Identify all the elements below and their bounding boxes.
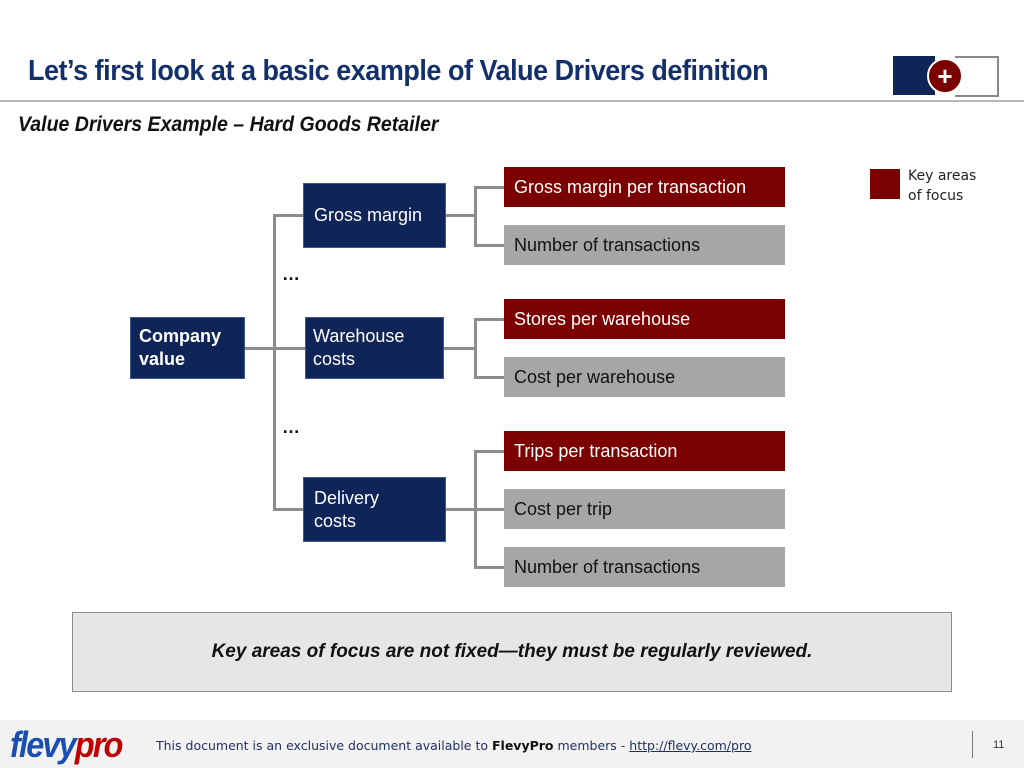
header-divider [0,100,1024,102]
connector-gm-out [445,214,476,217]
node-company-value-line2: value [139,349,186,369]
node-cost-per-trip: Cost per trip [504,489,785,529]
node-company-value-line1: Company [139,326,222,346]
node-warehouse-costs-line1: Warehouse [313,326,405,346]
node-delivery-costs-line1: Delivery [314,487,380,508]
footer-divider [972,731,973,758]
connector-wh-child2 [474,376,504,379]
node-company-value: Company value [130,317,245,379]
callout-note-text: Key areas of focus are not fixed—they mu… [211,641,813,662]
legend-label-line1: Key areas [908,168,977,184]
logo-part-pro: pro [74,724,124,765]
node-number-of-transactions-gm: Number of transactions [504,225,785,265]
node-delivery-costs-line2: costs [314,510,357,531]
node-warehouse-costs: Warehouse costs [305,317,444,379]
connector-gm-child2 [474,244,504,247]
node-delivery-costs: Delivery costs [303,477,446,542]
node-stores-per-warehouse: Stores per warehouse [504,299,785,339]
connector-root-to-trunk [244,347,275,350]
node-warehouse-costs-line2: costs [313,349,356,369]
node-trips-per-transaction: Trips per transaction [504,431,785,471]
connector-wh-vertical [474,318,477,378]
legend-swatch-key-focus [870,169,900,199]
node-cost-per-warehouse: Cost per warehouse [504,357,785,397]
footer-brand-name: FlevyPro [492,738,554,753]
page-title: Let’s first look at a basic example of V… [28,55,769,87]
page-number: 11 [993,739,1005,751]
connector-wh-out [443,347,476,350]
callout-note: Key areas of focus are not fixed—they mu… [72,612,952,692]
connector-trunk-vertical [273,214,276,511]
footer-text: This document is an exclusive document a… [156,738,751,753]
connector-dc-child2 [474,508,504,511]
plus-icon: + [927,58,963,94]
ellipsis-1: … [282,264,301,284]
flevypro-logo: flevypro [10,723,124,767]
connector-gm-child1 [474,186,504,189]
connector-gm-vertical [474,186,477,246]
node-gross-margin-per-transaction: Gross margin per transaction [504,167,785,207]
node-gross-margin-label: Gross margin [314,205,423,225]
footer-link[interactable]: http://flevy.com/pro [629,738,751,753]
connector-wh-child1 [474,318,504,321]
connector-trunk-to-warehouse [273,347,305,350]
legend-label: Key areas of focus [908,166,976,206]
connector-dc-out [445,508,476,511]
ellipsis-2: … [282,417,301,437]
connector-dc-child3 [474,566,504,569]
connector-trunk-to-gross-margin [273,214,304,217]
node-number-of-transactions-dc: Number of transactions [504,547,785,587]
connector-dc-child1 [474,450,504,453]
legend-label-line2: of focus [908,188,964,204]
node-gross-margin: Gross margin [303,183,446,248]
connector-trunk-to-delivery [273,508,304,511]
footer-text-after: members - [553,738,630,753]
slide-subtitle: Value Drivers Example – Hard Goods Retai… [18,113,439,136]
footer-text-before: This document is an exclusive document a… [156,738,492,753]
logo-part-flevy: flevy [10,724,77,765]
